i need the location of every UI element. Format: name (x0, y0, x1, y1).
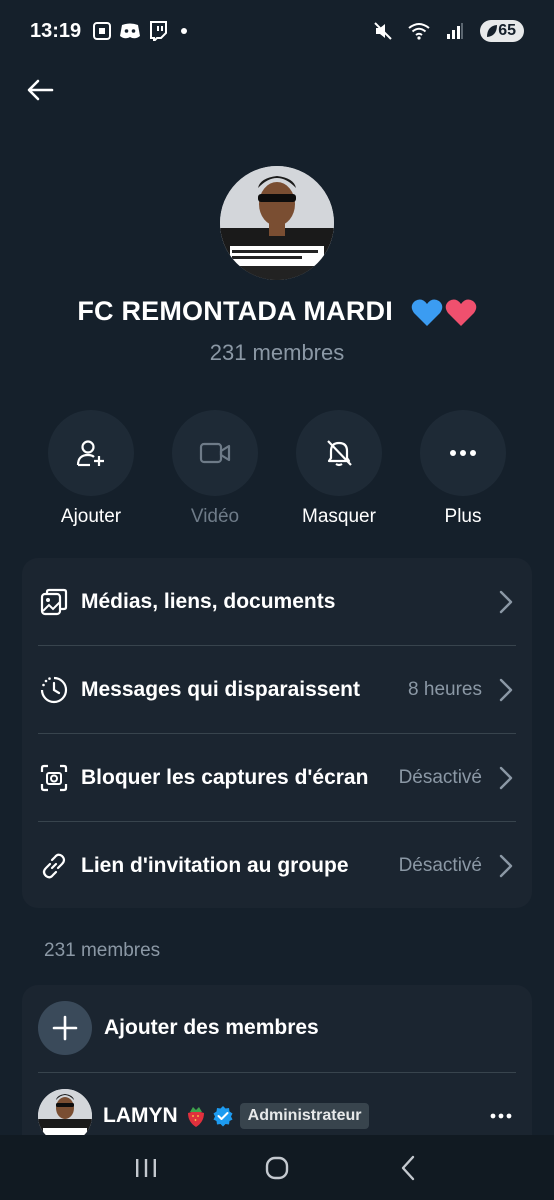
settings-row-screenshot-block-value: Désactivé (398, 767, 482, 788)
settings-row-screenshot-block[interactable]: Bloquer les captures d'écran Désactivé (22, 734, 532, 822)
more-horizontal-icon (450, 450, 476, 456)
settings-row-invite-link-value: Désactivé (398, 855, 482, 876)
add-members-label: Ajouter des membres (104, 1016, 319, 1039)
bell-off-icon (327, 440, 352, 467)
strawberry-icon (187, 1107, 204, 1127)
recent-apps-button[interactable] (124, 1146, 168, 1190)
settings-row-disappearing-value: 8 heures (408, 679, 482, 700)
notification-dot-icon (181, 28, 188, 34)
chevron-left-icon (402, 1155, 415, 1180)
video-icon (199, 442, 231, 464)
home-button[interactable] (255, 1146, 299, 1190)
video-action-button[interactable] (172, 410, 258, 496)
system-nav-bar (0, 1135, 554, 1200)
battery-level: 65 (498, 22, 516, 39)
divider (38, 1072, 516, 1073)
member-count: 231 membres (209, 340, 345, 365)
video-action-label: Vidéo (190, 506, 240, 527)
settings-row-invite-link-label: Lien d'invitation au groupe (81, 854, 349, 877)
twitch-icon (147, 20, 169, 42)
settings-card: Médias, liens, documents Messages qui di… (22, 558, 532, 908)
screenshot-icon (91, 20, 113, 42)
camera-icon (38, 762, 70, 794)
add-user-icon (76, 440, 104, 467)
back-button[interactable] (24, 74, 56, 106)
chevron-right-icon (496, 676, 516, 704)
add-action[interactable]: Ajouter (31, 410, 151, 528)
signal-icon (444, 20, 466, 42)
link-icon (38, 850, 70, 882)
video-action[interactable]: Vidéo (155, 410, 275, 528)
pink-heart-icon (445, 299, 476, 326)
add-action-button[interactable] (48, 410, 134, 496)
battery-indicator: 65 (480, 20, 524, 42)
mute-action[interactable]: Masquer (279, 410, 399, 528)
leaf-icon (487, 25, 498, 37)
settings-row-screenshot-block-label: Bloquer les captures d'écran (81, 766, 369, 789)
verified-badge-icon (213, 1106, 233, 1127)
back-nav-button[interactable] (386, 1146, 430, 1190)
home-icon (265, 1156, 289, 1179)
member-options-button[interactable] (486, 1101, 516, 1131)
role-badge: Administrateur (239, 1103, 370, 1129)
status-time: 13:19 (30, 19, 82, 42)
discord-icon (119, 20, 141, 42)
group-avatar[interactable] (220, 166, 334, 280)
settings-row-media[interactable]: Médias, liens, documents (22, 558, 532, 646)
group-title: FC REMONTADA MARDI (0, 296, 554, 328)
more-action[interactable]: Plus (403, 410, 523, 528)
add-action-label: Ajouter (60, 506, 122, 527)
settings-row-disappearing-label: Messages qui disparaissent (81, 678, 360, 701)
hearts-emoji (411, 298, 477, 328)
mute-icon (372, 20, 394, 42)
members-heading: 231 membres (44, 940, 161, 961)
status-bar: 13:19 65 (0, 0, 554, 62)
chevron-right-icon (496, 764, 516, 792)
members-card: Ajouter des membres LAMYN Administrateur (22, 985, 532, 1155)
more-action-button[interactable] (420, 410, 506, 496)
add-members-button[interactable]: Ajouter des membres (38, 1001, 319, 1055)
chevron-right-icon (496, 852, 516, 880)
more-horizontal-icon (490, 1113, 512, 1119)
arrow-left-icon (27, 79, 54, 101)
recent-apps-icon (135, 1158, 156, 1177)
group-name: FC REMONTADA MARDI (77, 296, 393, 326)
settings-row-media-label: Médias, liens, documents (81, 590, 336, 613)
mute-action-button[interactable] (296, 410, 382, 496)
settings-row-disappearing[interactable]: Messages qui disparaissent 8 heures (22, 646, 532, 734)
settings-row-invite-link[interactable]: Lien d'invitation au groupe Désactivé (22, 822, 532, 910)
more-action-label: Plus (444, 506, 482, 527)
media-icon (38, 586, 70, 618)
timer-icon (38, 674, 70, 706)
member-name: LAMYN (103, 1104, 178, 1127)
chevron-right-icon (496, 588, 516, 616)
wifi-icon (408, 20, 430, 42)
blue-heart-icon (411, 299, 442, 326)
mute-action-label: Masquer (302, 506, 376, 527)
plus-icon (38, 1001, 92, 1055)
